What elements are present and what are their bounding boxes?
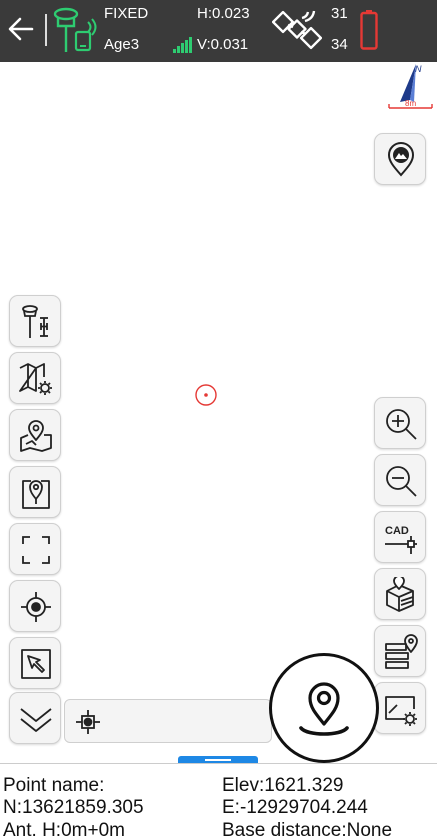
separator (45, 14, 47, 46)
zoom-in-button[interactable] (374, 397, 426, 449)
zoom-out-button[interactable] (374, 454, 426, 506)
layer-3d-button[interactable] (374, 568, 426, 620)
antenna-height-value: Ant. H:0m+0m (3, 820, 125, 839)
status-bar: FIXED Age3 H:0.023 V:0.031 31 34 (0, 0, 437, 62)
cad-label: CAD (385, 525, 409, 537)
satellites-visible: 34 (331, 36, 348, 53)
point-name: Point name: (3, 775, 105, 796)
northing-value: N:13621859.305 (3, 797, 144, 818)
point-info-panel: Point name: N:13621859.305 Ant. H:0m+0m … (0, 763, 437, 839)
fullscreen-icon (22, 536, 50, 564)
zoom-in-icon (386, 409, 417, 440)
image-pin-icon (387, 142, 415, 177)
display-gear-icon (385, 696, 417, 726)
correction-age: Age3 (104, 36, 140, 53)
stakeout-map-button[interactable] (9, 409, 61, 461)
cad-button[interactable]: CAD (374, 511, 426, 563)
rover-pole-icon (22, 305, 48, 338)
select-button[interactable] (9, 637, 61, 689)
easting-value: E:-12929704.244 (222, 797, 368, 818)
arrow-select-icon (21, 649, 51, 679)
satellites-used: 31 (331, 5, 348, 22)
list-pin-icon (385, 634, 418, 669)
locate-button[interactable] (9, 580, 61, 632)
chevron-down-icon (20, 708, 52, 732)
handle-grip (205, 759, 231, 761)
cube-pin-icon (386, 577, 414, 612)
fix-status: FIXED (104, 5, 149, 22)
gps-point-icon (76, 710, 100, 734)
gnss-receiver-icon[interactable] (50, 6, 98, 54)
zoom-out-icon (386, 466, 417, 497)
base-distance-value: Base distance:None (222, 820, 393, 839)
crosshair-icon (21, 592, 51, 622)
point-list-button[interactable] (374, 625, 426, 677)
full-extent-button[interactable] (9, 523, 61, 575)
map-settings-button[interactable] (9, 352, 61, 404)
north-label: N (415, 64, 422, 74)
scale-label: 8m (405, 99, 416, 108)
antenna-height-button[interactable] (9, 295, 61, 347)
collapse-button[interactable] (9, 692, 61, 744)
signal-strength-icon (173, 37, 192, 53)
basemap-button[interactable] (374, 133, 426, 185)
collect-mode-bar[interactable] (64, 699, 272, 743)
point-box-icon (22, 480, 50, 509)
battery-icon (360, 10, 378, 50)
point-library-button[interactable] (9, 466, 61, 518)
vertical-accuracy: V:0.031 (197, 36, 249, 53)
location-pin-icon (299, 682, 349, 736)
north-arrow-icon: N 8m (388, 64, 433, 109)
collect-point-button[interactable] (269, 653, 379, 763)
back-arrow-icon[interactable] (6, 13, 36, 45)
current-position-marker (195, 384, 217, 406)
display-settings-button[interactable] (374, 682, 426, 734)
map-canvas[interactable] (0, 62, 437, 762)
map-gear-icon (19, 363, 52, 395)
map-pin-icon (20, 420, 52, 452)
satellite-icon[interactable] (272, 6, 322, 54)
cad-icon: CAD (385, 525, 417, 554)
elevation-value: Elev:1621.329 (222, 775, 344, 796)
horizontal-accuracy: H:0.023 (197, 5, 250, 22)
